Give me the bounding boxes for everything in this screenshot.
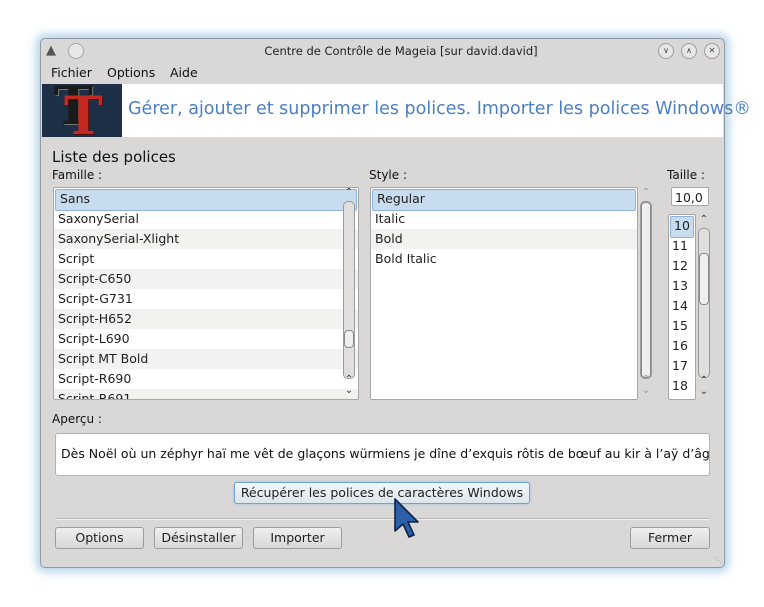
scroll-up-icon[interactable]: ⌃ — [698, 376, 710, 386]
menu-options[interactable]: Options — [107, 65, 155, 80]
style-label: Style : — [369, 168, 407, 182]
banner: TT Gérer, ajouter et supprimer les polic… — [42, 84, 751, 137]
list-item[interactable]: Regular — [372, 189, 636, 211]
window-title: Centre de Contrôle de Mageia [sur david.… — [264, 44, 538, 58]
list-item[interactable]: Bold Italic — [371, 249, 637, 269]
list-item[interactable]: 15 — [669, 316, 695, 336]
family-scrollbar[interactable]: ⌃ ⌃ ⌄ — [342, 187, 356, 398]
separator — [55, 518, 710, 520]
list-item[interactable]: 11 — [669, 236, 695, 256]
list-item[interactable]: 17 — [669, 356, 695, 376]
options-button[interactable]: Options — [55, 527, 144, 549]
scroll-up-icon[interactable]: ⌃ — [343, 188, 355, 198]
scroll-up-icon[interactable]: ⌃ — [640, 375, 652, 385]
scroll-up-icon[interactable]: ⌃ — [698, 215, 710, 225]
style-list[interactable]: Regular Italic Bold Bold Italic — [370, 187, 638, 400]
font-tt-logo-icon: TT — [42, 84, 122, 137]
mouse-cursor-icon — [394, 498, 419, 538]
list-item[interactable]: 16 — [669, 336, 695, 356]
scroll-track[interactable] — [640, 201, 652, 379]
list-item[interactable]: Script-G731 — [54, 289, 358, 309]
close-dialog-button[interactable]: Fermer — [630, 527, 710, 549]
family-list[interactable]: Sans SaxonySerial SaxonySerial-Xlight Sc… — [53, 187, 359, 400]
list-item[interactable]: 10 — [670, 216, 694, 238]
list-item[interactable]: SaxonySerial — [54, 209, 358, 229]
uninstall-button[interactable]: Désinstaller — [154, 527, 243, 549]
list-item[interactable]: Script-R690 — [54, 369, 358, 389]
list-item[interactable]: 18 — [669, 376, 695, 396]
scroll-down-icon[interactable]: ⌄ — [640, 386, 652, 396]
list-item[interactable]: Script MT Bold — [54, 349, 358, 369]
scroll-track[interactable] — [698, 228, 710, 378]
font-list-heading: Liste des polices — [52, 148, 176, 166]
list-item[interactable]: Script-R691 — [54, 389, 358, 399]
list-item[interactable]: 12 — [669, 256, 695, 276]
size-label: Taille : — [667, 168, 705, 182]
sticky-button[interactable] — [68, 43, 84, 59]
preview-label: Aperçu : — [52, 412, 102, 426]
minimize-button[interactable]: ∨ — [658, 43, 674, 59]
scroll-thumb[interactable] — [699, 253, 709, 305]
style-scrollbar[interactable]: ⌃ ⌃ ⌄ — [639, 187, 653, 398]
list-item[interactable]: Script-C650 — [54, 269, 358, 289]
scroll-thumb[interactable] — [344, 330, 354, 348]
mageia-app-icon[interactable]: ▲ — [46, 43, 56, 58]
size-scrollbar[interactable]: ⌃ ⌃ ⌄ — [697, 214, 711, 398]
close-button[interactable]: ✕ — [704, 43, 720, 59]
scroll-thumb[interactable] — [641, 202, 651, 378]
scroll-down-icon[interactable]: ⌄ — [698, 387, 710, 397]
import-windows-fonts-button[interactable]: Récupérer les polices de caractères Wind… — [234, 482, 530, 504]
main-window: ▲ Centre de Contrôle de Mageia [sur davi… — [40, 38, 751, 568]
menu-fichier[interactable]: Fichier — [51, 65, 92, 80]
list-item[interactable]: 14 — [669, 296, 695, 316]
scroll-up-icon[interactable]: ⌃ — [640, 188, 652, 198]
list-item[interactable]: Script — [54, 249, 358, 269]
list-item[interactable]: SaxonySerial-Xlight — [54, 229, 358, 249]
maximize-button[interactable]: ∧ — [681, 43, 697, 59]
scroll-track[interactable] — [343, 201, 355, 379]
list-item[interactable]: Italic — [371, 209, 637, 229]
resize-grip-icon[interactable]: ⋱ — [714, 556, 722, 565]
banner-text: Gérer, ajouter et supprimer les polices.… — [128, 99, 751, 119]
family-label: Famille : — [52, 168, 103, 182]
list-item[interactable]: Script-H652 — [54, 309, 358, 329]
list-item[interactable]: Sans — [55, 189, 357, 211]
list-item[interactable]: Script-L690 — [54, 329, 358, 349]
preview-text: Dès Noël où un zéphyr haï me vêt de glaç… — [61, 446, 710, 461]
size-list[interactable]: 10 11 12 13 14 15 16 17 18 — [668, 214, 696, 400]
import-button[interactable]: Importer — [253, 527, 342, 549]
scroll-up-icon[interactable]: ⌃ — [343, 375, 355, 385]
preview-box: Dès Noël où un zéphyr haï me vêt de glaç… — [55, 433, 710, 476]
size-input[interactable]: 10,0 — [671, 187, 709, 206]
menu-bar: Fichier Options Aide — [41, 63, 724, 83]
list-item[interactable]: 13 — [669, 276, 695, 296]
list-item[interactable]: Bold — [371, 229, 637, 249]
menu-aide[interactable]: Aide — [170, 65, 198, 80]
scroll-down-icon[interactable]: ⌄ — [343, 386, 355, 396]
title-bar[interactable]: ▲ Centre de Contrôle de Mageia [sur davi… — [41, 39, 724, 63]
